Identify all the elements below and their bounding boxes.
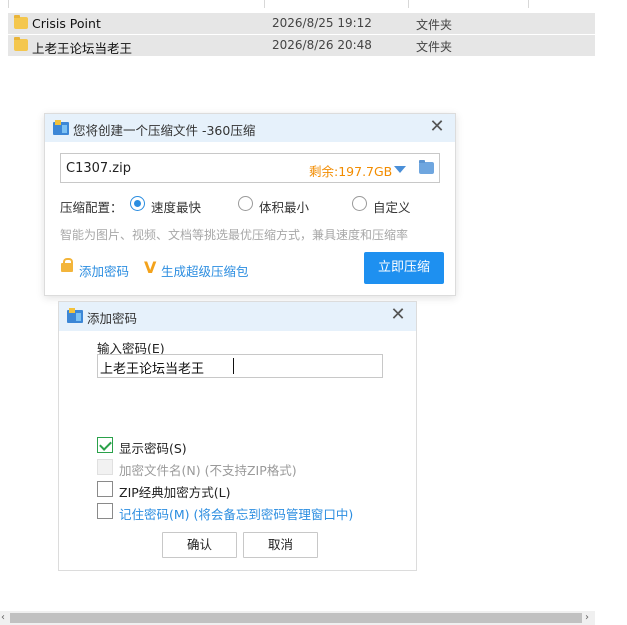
horizontal-scrollbar[interactable]: ‹ › <box>0 611 595 625</box>
scroll-right-icon[interactable]: › <box>585 612 589 623</box>
screen: Crisis Point 2026/8/25 19:12 文件夹 上老王论坛当老… <box>0 0 627 625</box>
radio-speed-fastest[interactable] <box>130 196 145 211</box>
compress-now-button[interactable]: 立即压缩 <box>364 252 444 284</box>
scrollbar-thumb[interactable] <box>10 613 582 623</box>
browse-folder-icon[interactable] <box>419 160 434 174</box>
text-caret <box>233 358 234 374</box>
file-date: 2026/8/25 19:12 <box>272 16 372 30</box>
file-name: 上老王论坛当老王 <box>32 41 133 56</box>
encrypt-filenames-label: 加密文件名(N) (不支持ZIP格式) <box>119 463 297 478</box>
column-separator <box>264 0 265 8</box>
chevron-down-icon[interactable] <box>394 166 406 173</box>
confirm-button[interactable]: 确认 <box>162 532 237 558</box>
free-space-label: 剩余:197.7GB <box>309 164 393 179</box>
vip-v-icon: V <box>144 258 157 277</box>
encrypt-filenames-checkbox <box>97 459 113 475</box>
close-icon[interactable]: ✕ <box>427 117 447 137</box>
file-row[interactable]: Crisis Point 2026/8/25 19:12 文件夹 <box>8 13 595 34</box>
compress-dialog: 您将创建一个压缩文件 -360压缩 ✕ C1307.zip 剩余:197.7GB… <box>44 113 456 296</box>
password-input[interactable]: 上老王论坛当老王 <box>97 354 383 378</box>
radio-custom[interactable] <box>352 196 367 211</box>
password-dialog: 添加密码 ✕ 输入密码(E) 上老王论坛当老王 显示密码(S) 加密文件名(N)… <box>58 301 417 571</box>
config-label: 压缩配置： <box>60 200 123 215</box>
file-row[interactable]: 上老王论坛当老王 2026/8/26 20:48 文件夹 <box>8 35 595 56</box>
zip-classic-encryption-label[interactable]: ZIP经典加密方式(L) <box>119 482 231 501</box>
scroll-left-icon[interactable]: ‹ <box>1 612 5 623</box>
file-date: 2026/8/26 20:48 <box>272 38 372 52</box>
file-type: 文件夹 <box>416 18 453 32</box>
column-separator <box>408 0 409 8</box>
compress-dialog-title: 您将创建一个压缩文件 -360压缩 <box>73 123 256 138</box>
archive-path-input[interactable]: C1307.zip 剩余:197.7GB <box>60 153 440 183</box>
file-name: Crisis Point <box>32 16 101 31</box>
show-password-label[interactable]: 显示密码(S) <box>119 438 187 457</box>
password-dialog-title: 添加密码 <box>87 311 138 326</box>
cancel-button[interactable]: 取消 <box>243 532 318 558</box>
archive-path-value: C1307.zip <box>66 161 131 176</box>
radio-label[interactable]: 体积最小 <box>259 197 309 216</box>
zip-classic-encryption-checkbox[interactable] <box>97 481 113 497</box>
show-password-checkbox[interactable] <box>97 437 113 453</box>
password-value: 上老王论坛当老王 <box>100 362 205 377</box>
column-separator <box>8 0 9 8</box>
compress-dialog-titlebar[interactable]: 您将创建一个压缩文件 -360压缩 ✕ <box>45 114 455 142</box>
folder-icon <box>14 15 28 29</box>
add-password-label: 添加密码 <box>79 264 130 279</box>
folder-icon <box>14 37 28 51</box>
archive-app-icon <box>67 308 83 323</box>
radio-label[interactable]: 速度最快 <box>151 197 201 216</box>
lock-icon <box>61 258 73 272</box>
compress-hint: 智能为图片、视频、文档等挑选最优压缩方式，兼具速度和压缩率 <box>60 228 409 242</box>
radio-label[interactable]: 自定义 <box>373 197 411 216</box>
archive-app-icon <box>53 120 69 135</box>
password-dialog-titlebar[interactable]: 添加密码 ✕ <box>59 302 416 331</box>
remember-password-label[interactable]: 记住密码(M) (将会备忘到密码管理窗口中) <box>119 504 353 523</box>
compress-config-row: 压缩配置： 速度最快 体积最小 自定义 <box>60 195 440 215</box>
file-type: 文件夹 <box>416 40 453 54</box>
remember-password-checkbox[interactable] <box>97 503 113 519</box>
radio-size-smallest[interactable] <box>238 196 253 211</box>
close-icon[interactable]: ✕ <box>388 305 408 325</box>
column-separator <box>528 0 529 8</box>
super-zip-label: 生成超级压缩包 <box>161 264 249 279</box>
